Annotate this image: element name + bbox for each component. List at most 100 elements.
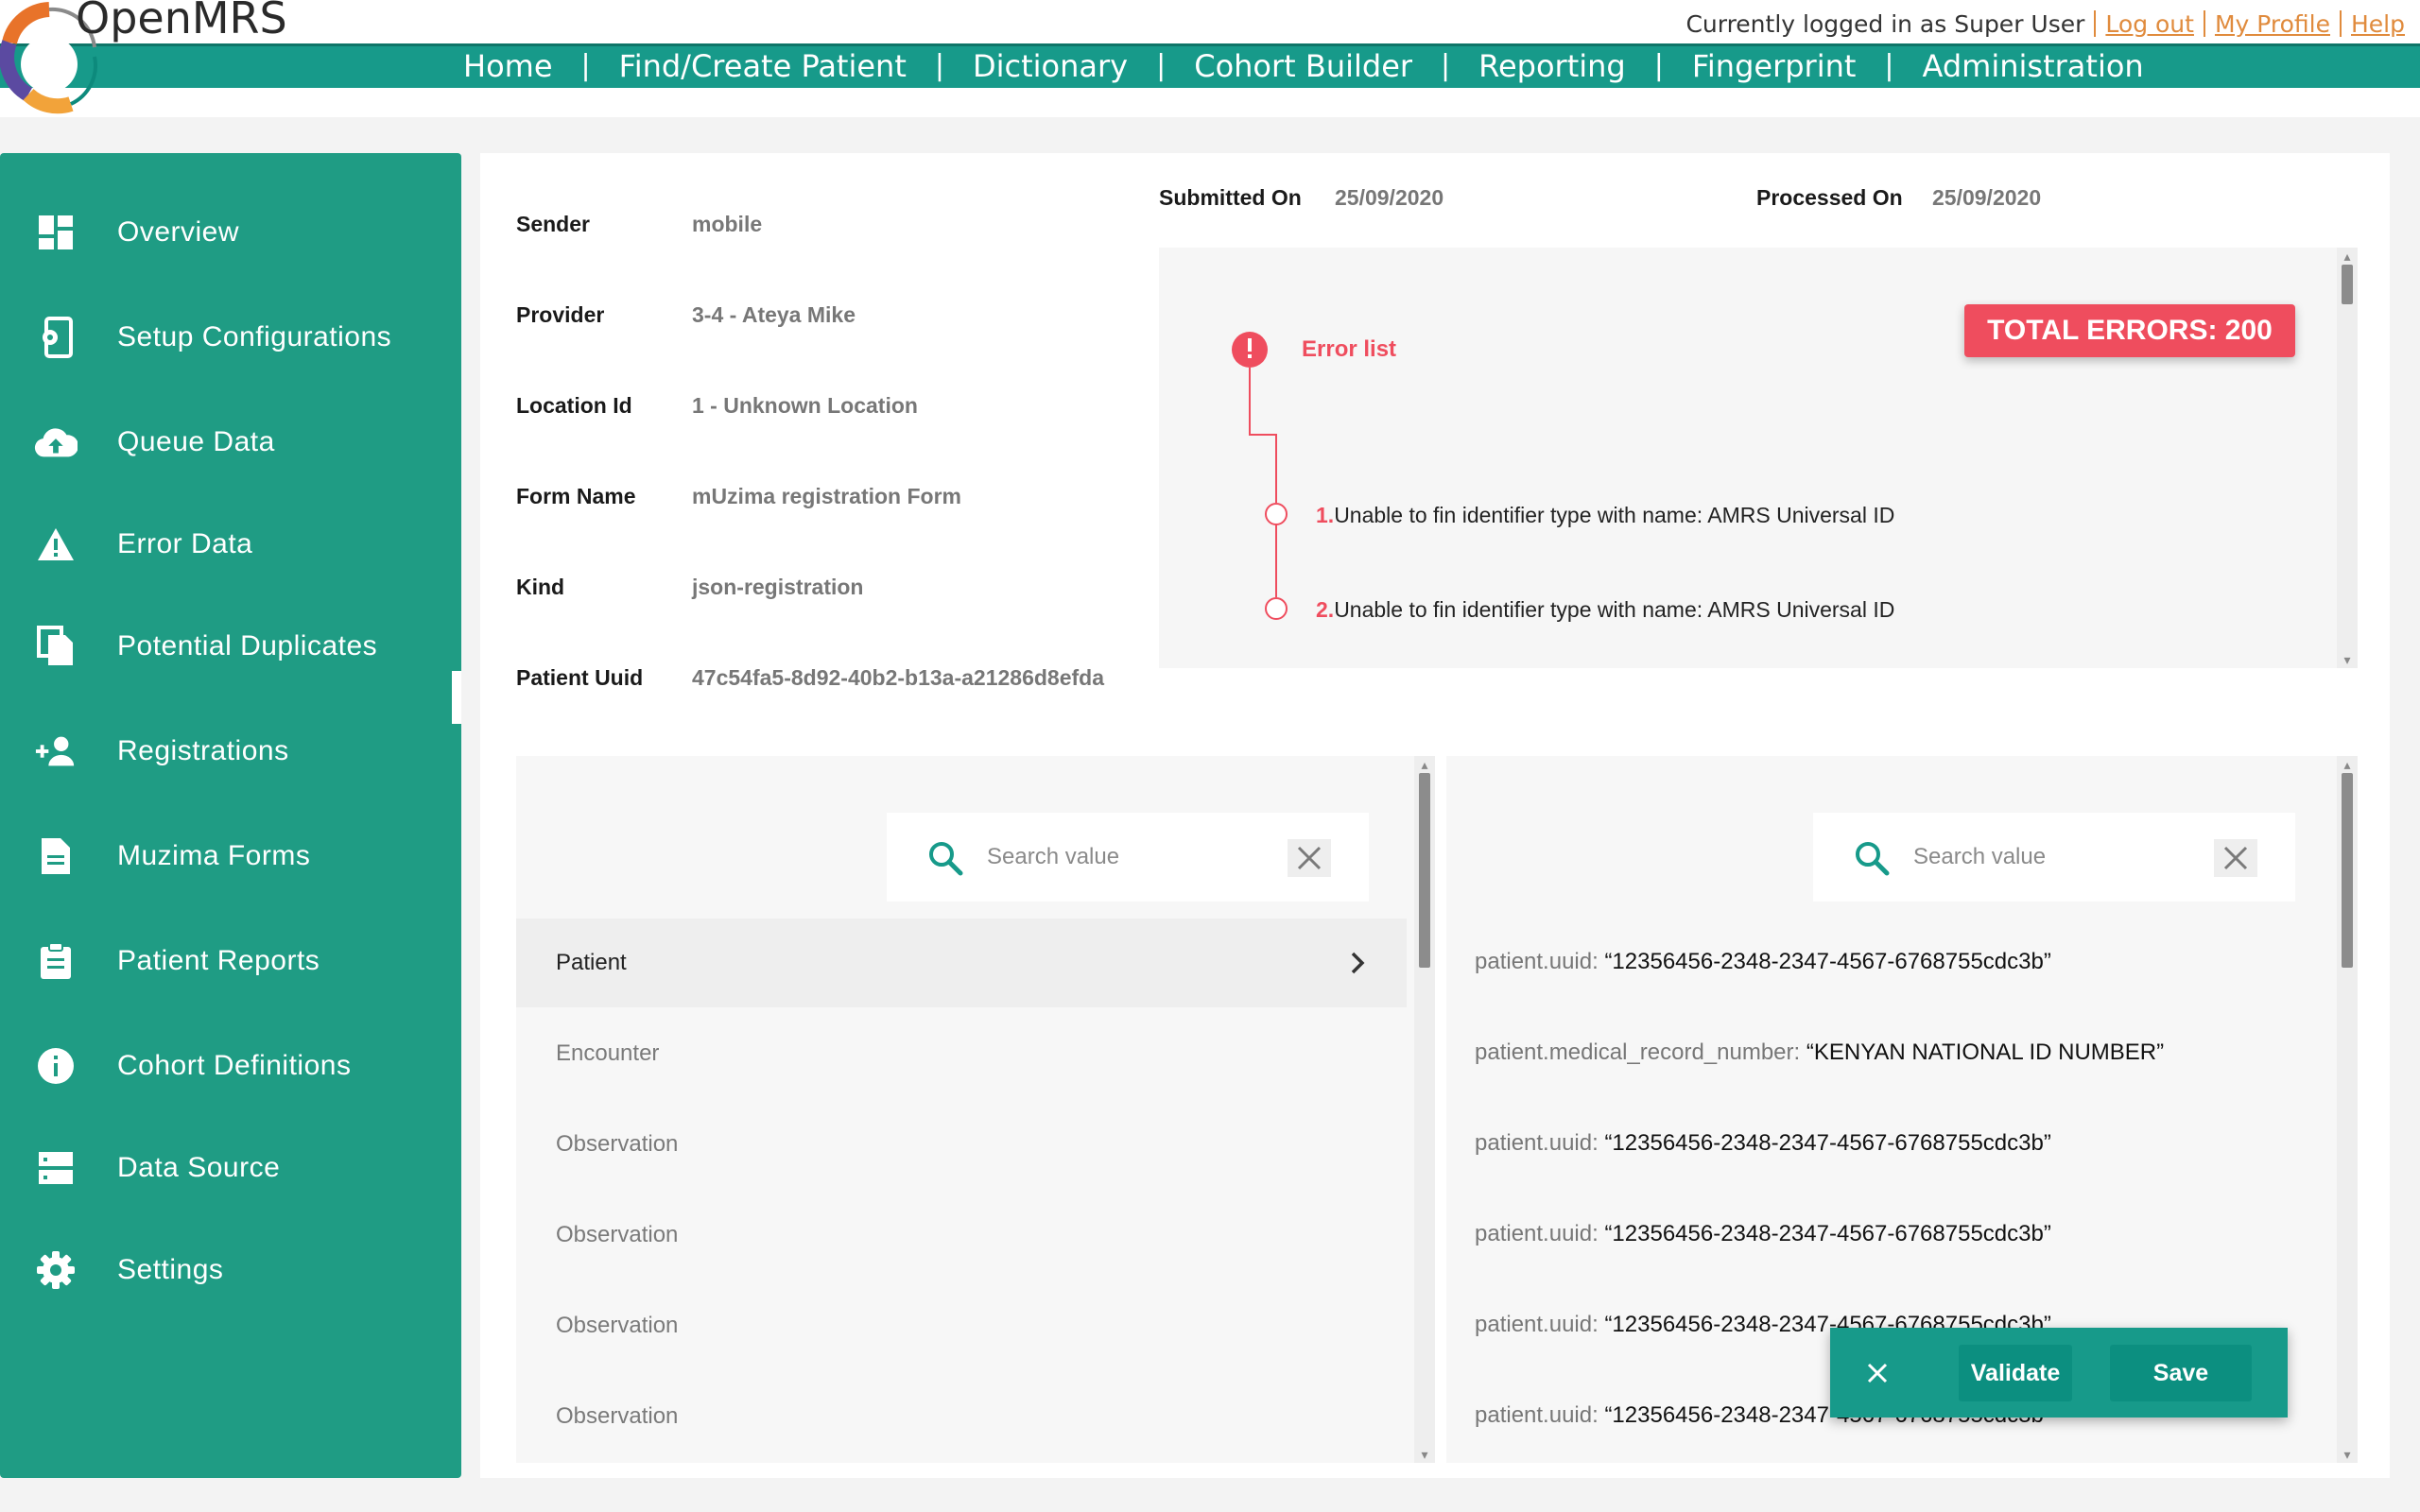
help-link[interactable]: Help [2351,10,2405,38]
scroll-up-icon[interactable]: ▴ [2337,249,2358,263]
tree-row-encounter[interactable]: Encounter [516,1009,1407,1098]
sidebar-item-patient-reports[interactable]: Patient Reports [0,923,461,999]
right-search-box [1813,813,2295,902]
search-icon [929,842,963,876]
error-list-panel: TOTAL ERRORS: 200 Error list 1.Unable to… [1159,248,2358,668]
sidebar-item-label: Queue Data [117,426,275,457]
processed-on-value: 25/09/2020 [1932,185,2042,210]
save-button[interactable]: Save [2110,1345,2252,1401]
nav-home[interactable]: Home [463,48,553,84]
field-value-row: patient.medical_record_number: “KENYAN N… [1475,1040,2164,1066]
form-name-value: mUzima registration Form [692,484,961,508]
sidebar-item-registrations[interactable]: Registrations [0,713,461,789]
sidebar-item-error-data[interactable]: Error Data [0,507,461,582]
sidebar-item-label: Error Data [117,528,253,559]
tree-row-label: Encounter [556,1040,660,1066]
copy-icon [34,625,78,668]
sidebar-item-cohort-definitions[interactable]: Cohort Definitions [0,1028,461,1104]
scroll-thumb[interactable] [1419,773,1430,968]
field-value-row: patient.uuid: “12356456-2348-2347-4567-6… [1475,1130,2051,1157]
sidebar-item-data-source[interactable]: Data Source [0,1130,461,1206]
sidebar-item-overview[interactable]: Overview [0,195,461,270]
tree-row-observation[interactable]: Observation [516,1281,1407,1370]
nav-fingerprint[interactable]: Fingerprint [1692,48,1857,84]
close-icon [2223,846,2248,870]
tree-row-observation[interactable]: Observation [516,1191,1407,1280]
entity-tree-panel: Patient Encounter Observation Observatio… [516,756,1435,1463]
sidebar-item-label: Settings [117,1254,224,1285]
left-search-box [887,813,1369,902]
tree-row-patient[interactable]: Patient [516,919,1407,1007]
nav-administration[interactable]: Administration [1923,48,2144,84]
sidebar-item-potential-duplicates[interactable]: Potential Duplicates [0,609,461,684]
error-item-text: Unable to fin identifier type with name:… [1334,597,1895,622]
field-key: patient.uuid: [1475,949,1605,974]
error-detail-card: Sender mobile Provider 3-4 - Ateya Mike … [480,153,2390,1478]
field-key: patient.uuid: [1475,1312,1605,1337]
values-panel-scrollbar[interactable]: ▴ ▾ [2337,756,2358,1463]
sidebar-item-setup-configurations[interactable]: Setup Configurations [0,300,461,375]
clear-search-button[interactable] [2214,839,2257,877]
nav-find-create-patient[interactable]: Find/Create Patient [619,48,907,84]
error-item-number: 2. [1316,597,1335,622]
nav-dictionary[interactable]: Dictionary [973,48,1128,84]
top-header: OpenMRS Home | Find/Create Patient | Dic… [0,0,2420,117]
scroll-down-icon[interactable]: ▾ [1414,1448,1435,1461]
scroll-thumb[interactable] [2342,265,2353,304]
clear-search-button[interactable] [1288,839,1331,877]
error-panel-scrollbar[interactable]: ▴ ▾ [2337,248,2358,668]
device-settings-icon [34,316,78,359]
error-list-title: Error list [1302,336,1397,362]
left-search-input[interactable] [987,839,1252,875]
info-icon [34,1044,78,1088]
sidebar-item-label: Registrations [117,735,289,766]
user-bar-separator [2203,10,2205,37]
sidebar-item-label: Setup Configurations [117,321,392,352]
tree-panel-scrollbar[interactable]: ▴ ▾ [1414,756,1435,1463]
sidebar-item-label: Data Source [117,1152,281,1183]
sidebar-item-settings[interactable]: Settings [0,1232,461,1308]
logout-link[interactable]: Log out [2105,10,2194,38]
field-key: patient.medical_record_number: [1475,1040,1806,1065]
document-icon [34,834,78,878]
tree-row-label: Observation [556,1222,679,1247]
add-user-icon [34,730,78,773]
kind-label: Kind [516,575,565,599]
nav-cohort-builder[interactable]: Cohort Builder [1194,48,1412,84]
sidebar-item-queue-data[interactable]: Queue Data [0,404,461,480]
scroll-thumb[interactable] [2342,773,2353,968]
provider-value: 3-4 - Ateya Mike [692,302,856,327]
sidebar-item-muzima-forms[interactable]: Muzima Forms [0,818,461,894]
sidebar-item-label: Potential Duplicates [117,630,378,662]
location-value: 1 - Unknown Location [692,393,918,418]
dashboard-icon [34,211,78,254]
scroll-up-icon[interactable]: ▴ [2337,758,2358,771]
scroll-down-icon[interactable]: ▾ [2337,1448,2358,1461]
right-search-input[interactable] [1913,839,2178,875]
submitted-on-value: 25/09/2020 [1335,185,1444,210]
patient-uuid-value: 47c54fa5-8d92-40b2-b13a-a21286d8efda [692,665,1104,690]
tree-row-observation[interactable]: Observation [516,1100,1407,1189]
processed-on-label: Processed On [1756,185,1903,210]
sender-value: mobile [692,212,763,236]
error-item: 1.Unable to fin identifier type with nam… [1316,503,1894,528]
tree-row-label: Observation [556,1403,679,1429]
field-key: patient.uuid: [1475,1130,1605,1156]
validate-button[interactable]: Validate [1959,1345,2072,1401]
provider-label: Provider [516,302,605,327]
field-key: patient.uuid: [1475,1402,1605,1428]
field-value-row: patient.uuid: “12356456-2348-2347-4567-6… [1475,1221,2051,1247]
field-value: “KENYAN NATIONAL ID NUMBER” [1806,1040,2165,1065]
scroll-down-icon[interactable]: ▾ [2337,653,2358,666]
location-label: Location Id [516,393,632,418]
patient-uuid-label: Patient Uuid [516,665,644,690]
error-item-text: Unable to fin identifier type with name:… [1334,503,1895,527]
nav-reporting[interactable]: Reporting [1478,48,1626,84]
submitted-on-label: Submitted On [1159,185,1302,210]
tree-row-observation[interactable]: Observation [516,1372,1407,1461]
scroll-up-icon[interactable]: ▴ [1414,758,1435,771]
close-toolbar-button[interactable] [1858,1354,1896,1392]
action-toolbar: Validate Save [1830,1328,2288,1418]
error-item: 2.Unable to fin identifier type with nam… [1316,597,1894,623]
my-profile-link[interactable]: My Profile [2215,10,2330,38]
